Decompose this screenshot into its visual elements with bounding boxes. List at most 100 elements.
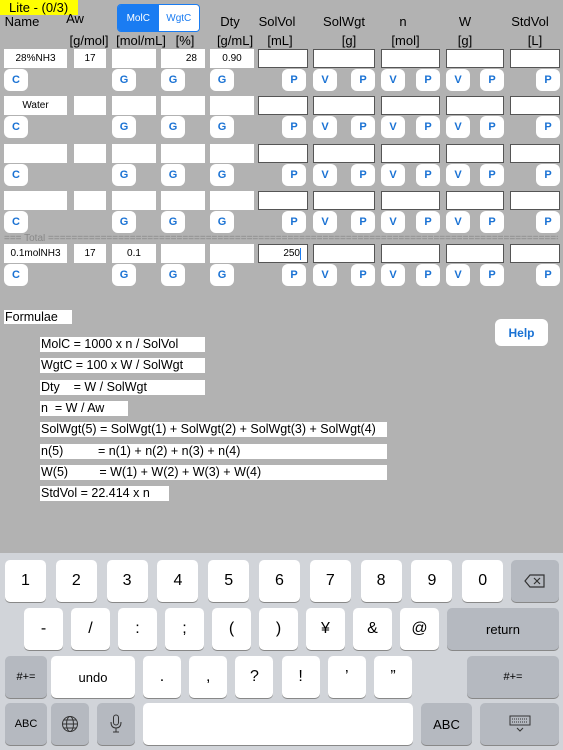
row-1-v-button-9[interactable]: V <box>446 69 470 91</box>
row-2-p-button-8[interactable]: P <box>416 116 440 138</box>
row-2-solvol-field[interactable] <box>258 96 308 115</box>
total-row-g-button-3[interactable]: G <box>210 264 234 286</box>
key-symbol[interactable]: - <box>24 608 63 650</box>
key-5[interactable]: 5 <box>208 560 250 602</box>
row-1-dty-field[interactable]: 0.90 <box>210 49 254 68</box>
row-3-g-button-3[interactable]: G <box>210 164 234 186</box>
row-3-p-button-8[interactable]: P <box>416 164 440 186</box>
total-row-solvol-field[interactable]: 250 <box>258 244 308 263</box>
row-4-n-field[interactable] <box>381 191 440 210</box>
row-1-v-button-5[interactable]: V <box>313 69 337 91</box>
row-4-v-button-5[interactable]: V <box>313 211 337 233</box>
total-row-p-button-8[interactable]: P <box>416 264 440 286</box>
row-2-n-field[interactable] <box>381 96 440 115</box>
row-4-v-button-9[interactable]: V <box>446 211 470 233</box>
row-2-c-button-0[interactable]: C <box>4 116 28 138</box>
row-3-v-button-7[interactable]: V <box>381 164 405 186</box>
row-1-aw-field[interactable]: 17 <box>74 49 106 68</box>
row-2-wgtc-field[interactable] <box>161 96 205 115</box>
key-symbol[interactable]: @ <box>400 608 439 650</box>
row-1-wgtc-field[interactable]: 28 <box>161 49 205 68</box>
row-3-solvol-field[interactable] <box>258 144 308 163</box>
row-3-stdvol-field[interactable] <box>510 144 560 163</box>
row-1-name-field[interactable]: 28%NH3 <box>4 49 67 68</box>
row-4-wgtc-field[interactable] <box>161 191 205 210</box>
key-symbol[interactable]: ; <box>165 608 204 650</box>
row-1-p-button-10[interactable]: P <box>480 69 504 91</box>
row-1-solwgt-field[interactable] <box>313 49 375 68</box>
row-2-p-button-4[interactable]: P <box>282 116 306 138</box>
row-4-solvol-field[interactable] <box>258 191 308 210</box>
row-4-g-button-3[interactable]: G <box>210 211 234 233</box>
key-punct[interactable]: ? <box>235 656 274 698</box>
row-3-molc-field[interactable] <box>112 144 156 163</box>
key-symbol[interactable]: & <box>353 608 392 650</box>
row-3-wgtc-field[interactable] <box>161 144 205 163</box>
key-symbol[interactable]: / <box>71 608 110 650</box>
row-2-stdvol-field[interactable] <box>510 96 560 115</box>
row-1-stdvol-field[interactable] <box>510 49 560 68</box>
row-1-n-field[interactable] <box>381 49 440 68</box>
row-3-w-field[interactable] <box>446 144 504 163</box>
total-row-g-button-1[interactable]: G <box>112 264 136 286</box>
row-4-p-button-4[interactable]: P <box>282 211 306 233</box>
total-row-g-button-2[interactable]: G <box>161 264 185 286</box>
row-4-p-button-11[interactable]: P <box>536 211 560 233</box>
row-2-p-button-11[interactable]: P <box>536 116 560 138</box>
row-3-n-field[interactable] <box>381 144 440 163</box>
key-1[interactable]: 1 <box>5 560 46 602</box>
key-6[interactable]: 6 <box>259 560 300 602</box>
toggle-molc[interactable]: MolC <box>118 5 159 31</box>
row-1-solvol-field[interactable] <box>258 49 308 68</box>
total-row-name-field[interactable]: 0.1molNH3 <box>4 244 67 263</box>
row-1-p-button-11[interactable]: P <box>536 69 560 91</box>
backspace-key[interactable] <box>511 560 559 602</box>
key-9[interactable]: 9 <box>411 560 453 602</box>
row-4-g-button-2[interactable]: G <box>161 211 185 233</box>
key-punct[interactable]: ’ <box>327 656 366 698</box>
row-2-name-field[interactable]: Water <box>4 96 67 115</box>
row-1-w-field[interactable] <box>446 49 504 68</box>
row-1-p-button-4[interactable]: P <box>282 69 306 91</box>
total-row-v-button-9[interactable]: V <box>446 264 470 286</box>
row-2-p-button-6[interactable]: P <box>351 116 375 138</box>
row-3-v-button-5[interactable]: V <box>313 164 337 186</box>
row-3-aw-field[interactable] <box>74 144 106 163</box>
key-symbol[interactable]: : <box>118 608 157 650</box>
total-row-v-button-5[interactable]: V <box>313 264 337 286</box>
row-3-solwgt-field[interactable] <box>313 144 375 163</box>
row-4-aw-field[interactable] <box>74 191 106 210</box>
help-button[interactable]: Help <box>495 319 548 346</box>
total-row-wgtc-field[interactable] <box>161 244 205 263</box>
row-1-c-button-0[interactable]: C <box>4 69 28 91</box>
row-2-aw-field[interactable] <box>74 96 106 115</box>
total-row-v-button-7[interactable]: V <box>381 264 405 286</box>
row-2-p-button-10[interactable]: P <box>480 116 504 138</box>
key-8[interactable]: 8 <box>360 560 402 602</box>
row-1-p-button-6[interactable]: P <box>351 69 375 91</box>
row-3-p-button-6[interactable]: P <box>351 164 375 186</box>
row-3-v-button-9[interactable]: V <box>446 164 470 186</box>
toggle-wgtc[interactable]: WgtC <box>158 5 199 31</box>
key-symbol[interactable]: ( <box>212 608 251 650</box>
key-punct[interactable]: ! <box>281 656 320 698</box>
row-4-w-field[interactable] <box>446 191 504 210</box>
row-3-g-button-1[interactable]: G <box>112 164 136 186</box>
row-2-g-button-1[interactable]: G <box>112 116 136 138</box>
row-4-p-button-8[interactable]: P <box>416 211 440 233</box>
row-3-dty-field[interactable] <box>210 144 254 163</box>
key-punct[interactable]: , <box>189 656 228 698</box>
row-4-stdvol-field[interactable] <box>510 191 560 210</box>
key-2[interactable]: 2 <box>55 560 97 602</box>
symbols-key-right[interactable]: #+= <box>467 656 559 698</box>
total-row-stdvol-field[interactable] <box>510 244 560 263</box>
row-3-p-button-10[interactable]: P <box>480 164 504 186</box>
abc-key-left[interactable]: ABC <box>5 703 47 745</box>
row-4-solwgt-field[interactable] <box>313 191 375 210</box>
row-3-p-button-4[interactable]: P <box>282 164 306 186</box>
row-3-p-button-11[interactable]: P <box>536 164 560 186</box>
row-2-v-button-9[interactable]: V <box>446 116 470 138</box>
row-1-g-button-2[interactable]: G <box>161 69 185 91</box>
row-2-molc-field[interactable] <box>112 96 156 115</box>
undo-key[interactable]: undo <box>51 656 135 698</box>
